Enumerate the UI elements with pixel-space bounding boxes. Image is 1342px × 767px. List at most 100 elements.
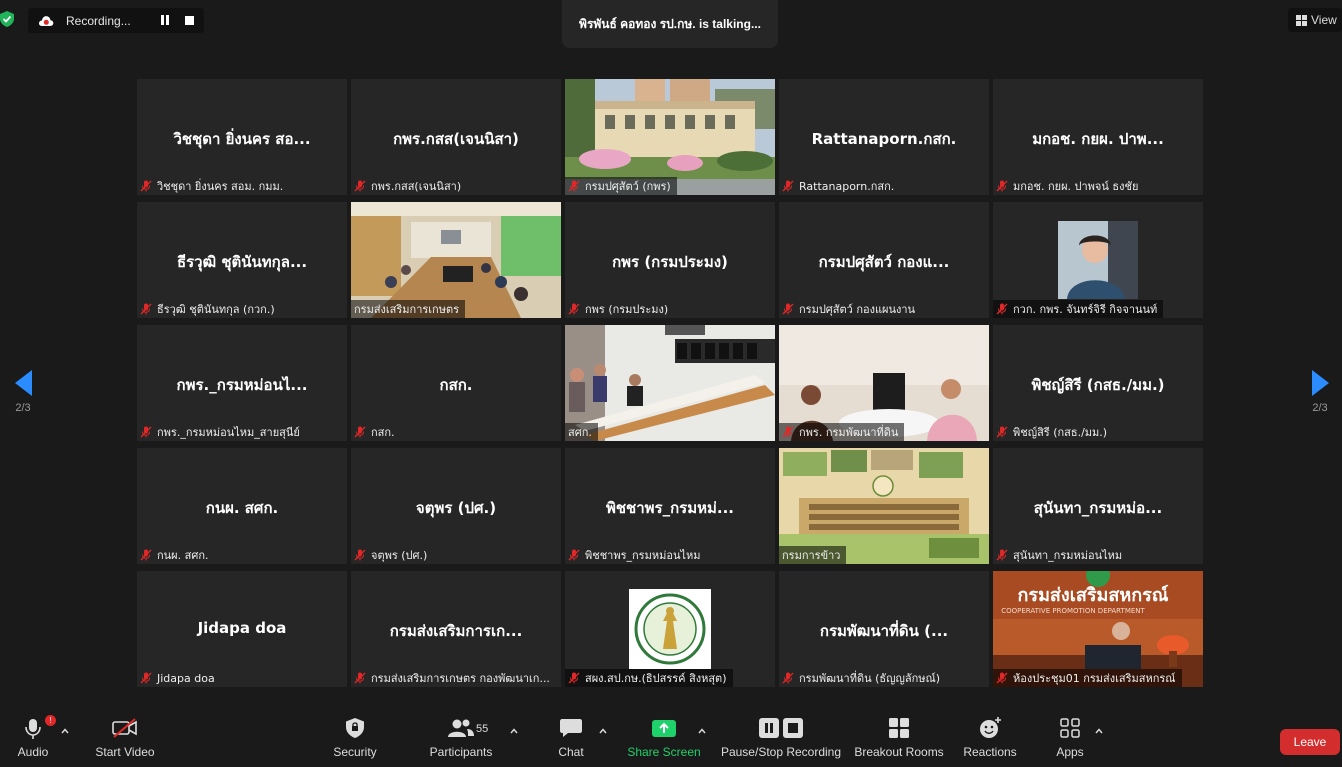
recording-indicator: Recording... <box>28 8 204 33</box>
tile-title: กพร.กสส(เจนนิสา) <box>393 130 519 148</box>
next-page-button[interactable]: 2/3 <box>1297 330 1342 442</box>
chevron-up-icon[interactable] <box>1095 727 1103 735</box>
tile-title: Jidapa doa <box>197 619 287 637</box>
participant-tile[interactable]: Jidapa doa Jidapa doa <box>137 571 347 687</box>
participant-tile[interactable]: มกอช. กยผ. ปาพ... มกอช. กยผ. ปาพจน์ ธงชั… <box>993 79 1203 195</box>
participant-tile[interactable]: กรมส่งเสริมการเก... กรมส่งเสริมการเกษตร … <box>351 571 561 687</box>
tile-name-bar: กพร (กรมประมง) <box>565 300 674 318</box>
participant-tile[interactable]: กนผ. สศก. กนผ. สศก. <box>137 448 347 564</box>
tile-title: กพร._กรมหม่อนไ... <box>176 376 308 394</box>
tile-title: กนผ. สศก. <box>205 499 279 517</box>
mic-muted-icon <box>782 180 794 192</box>
participant-tile[interactable]: กรมส่งเสริมการเกษตร <box>351 202 561 318</box>
participant-tile[interactable]: ธีรวุฒิ ชุตินันทกุล... ธีรวุฒิ ชุตินันทก… <box>137 202 347 318</box>
leave-button[interactable]: Leave <box>1280 729 1340 755</box>
participant-tile[interactable]: พิชญ์สิรี (กสธ./มม.) พิชญ์สิรี (กสธ./มม.… <box>993 325 1203 441</box>
tile-title: สุนันทา_กรมหม่อ... <box>1033 499 1163 517</box>
tile-name-bar: กพร._กรมหม่อนไหม_สายสุนีย์ <box>137 423 306 441</box>
share-screen-label: Share Screen <box>627 745 701 759</box>
chat-label: Chat <box>558 745 584 759</box>
view-label: View <box>1311 13 1337 27</box>
participant-tile[interactable]: สุนันทา_กรมหม่อ... สุนันทา_กรมหม่อนไหม <box>993 448 1203 564</box>
shield-check-icon[interactable] <box>0 11 14 27</box>
mic-muted-icon <box>782 672 794 684</box>
tile-name: จตุพร (ปศ.) <box>371 549 428 562</box>
participants-icon <box>448 719 474 737</box>
start-video-button[interactable]: Start Video <box>92 711 158 767</box>
participant-tile[interactable]: สศก. <box>565 325 775 441</box>
participant-tile[interactable]: กพร._กรมหม่อนไ... กพร._กรมหม่อนไหม_สายสุ… <box>137 325 347 441</box>
breakout-rooms-button[interactable]: Breakout Rooms <box>854 711 944 767</box>
tile-name-bar: กพร.กสส(เจนนิสา) <box>351 177 467 195</box>
tile-name: Jidapa doa <box>157 671 215 685</box>
chat-button[interactable]: Chat <box>554 711 588 767</box>
participant-tile[interactable]: Rattanaporn.กสก. Rattanaporn.กสก. <box>779 79 989 195</box>
participant-tile[interactable]: กวก. กพร. จันทร์จิรี กิจจานนท์ <box>993 202 1203 318</box>
previous-page-button[interactable]: 2/3 <box>0 330 46 442</box>
video-off-icon <box>112 718 137 738</box>
tile-name: กรมปศุสัตว์ (กพร) <box>585 180 671 193</box>
pause-stop-recording-button[interactable]: Pause/Stop Recording <box>720 711 842 767</box>
security-button[interactable]: Security <box>330 711 380 767</box>
participant-tile[interactable]: สผง.สป.กษ.(ธิปสรรค์ สิงหสุต) <box>565 571 775 687</box>
share-screen-button[interactable]: Share Screen <box>627 711 701 767</box>
grid-view-icon <box>1296 14 1307 26</box>
chevron-up-icon[interactable] <box>510 727 518 735</box>
smiley-plus-icon <box>980 717 1001 738</box>
participant-tile[interactable]: กสก. กสก. <box>351 325 561 441</box>
page-indicator-right: 2/3 <box>1312 402 1328 414</box>
tile-name-bar: สุนันทา_กรมหม่อนไหม <box>993 546 1128 564</box>
breakout-rooms-label: Breakout Rooms <box>854 745 944 759</box>
tile-name-bar: พิชชาพร_กรมหม่อนไหม <box>565 546 707 564</box>
start-video-label: Start Video <box>95 745 155 759</box>
mic-muted-icon <box>996 426 1008 438</box>
tile-title: ธีรวุฒิ ชุตินันทกุล... <box>176 253 308 271</box>
tile-name-bar: มกอช. กยผ. ปาพจน์ ธงชัย <box>993 177 1144 195</box>
reactions-button[interactable]: Reactions <box>962 711 1018 767</box>
participant-tile[interactable]: กรมปศุสัตว์ (กพร) <box>565 79 775 195</box>
apps-button[interactable]: Apps <box>1052 711 1088 767</box>
tile-title: จตุพร (ปศ.) <box>415 499 497 517</box>
participant-tile[interactable]: กพร. กรมพัฒนาที่ดิน <box>779 325 989 441</box>
participant-tile[interactable]: กพร (กรมประมง) กพร (กรมประมง) <box>565 202 775 318</box>
tile-name-bar: Rattanaporn.กสก. <box>779 177 900 195</box>
chevron-up-icon[interactable] <box>599 727 607 735</box>
tile-name-bar: กสก. <box>351 423 401 441</box>
tile-name: กพร (กรมประมง) <box>585 303 669 316</box>
view-button[interactable]: View <box>1288 8 1342 32</box>
tile-name: ธีรวุฒิ ชุตินันทกุล (กวก.) <box>157 303 275 316</box>
participant-tile[interactable]: กรมการข้าว <box>779 448 989 564</box>
participant-tile[interactable]: กพร.กสส(เจนนิสา) กพร.กสส(เจนนิสา) <box>351 79 561 195</box>
pause-recording-icon[interactable] <box>160 15 170 26</box>
participant-tile[interactable]: กรมปศุสัตว์ กองแ... กรมปศุสัตว์ กองแผนงา… <box>779 202 989 318</box>
tile-name: กพร.กสส(เจนนิสา) <box>371 180 462 193</box>
stop-recording-icon[interactable] <box>185 16 194 25</box>
tile-name: กพร. กรมพัฒนาที่ดิน <box>799 426 899 439</box>
audio-button[interactable]: ! Audio <box>12 711 56 767</box>
tile-name-bar: พิชญ์สิรี (กสธ./มม.) <box>993 423 1113 441</box>
mic-muted-icon <box>568 180 580 192</box>
participants-count: 55 <box>476 723 489 735</box>
participant-tile[interactable]: กรมพัฒนาที่ดิน (... กรมพัฒนาที่ดิน (ธัญญ… <box>779 571 989 687</box>
mic-muted-icon <box>354 180 366 192</box>
participant-tile[interactable]: วิชชุดา ยิ่งนคร สอ... วิชชุดา ยิ่งนคร สอ… <box>137 79 347 195</box>
mic-muted-icon <box>568 303 580 315</box>
participant-tile[interactable]: จตุพร (ปศ.) จตุพร (ปศ.) <box>351 448 561 564</box>
coop-sign-subtext: COOPERATIVE PROMOTION DEPARTMENT <box>1001 607 1145 615</box>
tile-name-bar: Jidapa doa <box>137 669 221 687</box>
mic-muted-icon <box>354 426 366 438</box>
page-indicator-left: 2/3 <box>15 402 31 414</box>
reactions-label: Reactions <box>963 745 1017 759</box>
tile-title: พิชญ์สิรี (กสธ./มม.) <box>1031 376 1165 394</box>
tile-name: กวก. กพร. จันทร์จิรี กิจจานนท์ <box>1013 303 1158 316</box>
tile-name: สศก. <box>568 426 592 439</box>
chevron-up-icon[interactable] <box>61 727 69 735</box>
recording-label: Recording... <box>66 13 131 28</box>
participant-tile[interactable]: กรมส่งเสริมสหกรณ์ COOPERATIVE PROMOTION … <box>993 571 1203 687</box>
mic-muted-icon <box>140 180 152 192</box>
participants-button[interactable]: Participants <box>428 711 494 767</box>
tile-title: กรมส่งเสริมการเก... <box>389 622 523 640</box>
mic-muted-icon <box>996 303 1008 315</box>
chevron-up-icon[interactable] <box>698 727 706 735</box>
participant-tile[interactable]: พิชชาพร_กรมหม่... พิชชาพร_กรมหม่อนไหม <box>565 448 775 564</box>
